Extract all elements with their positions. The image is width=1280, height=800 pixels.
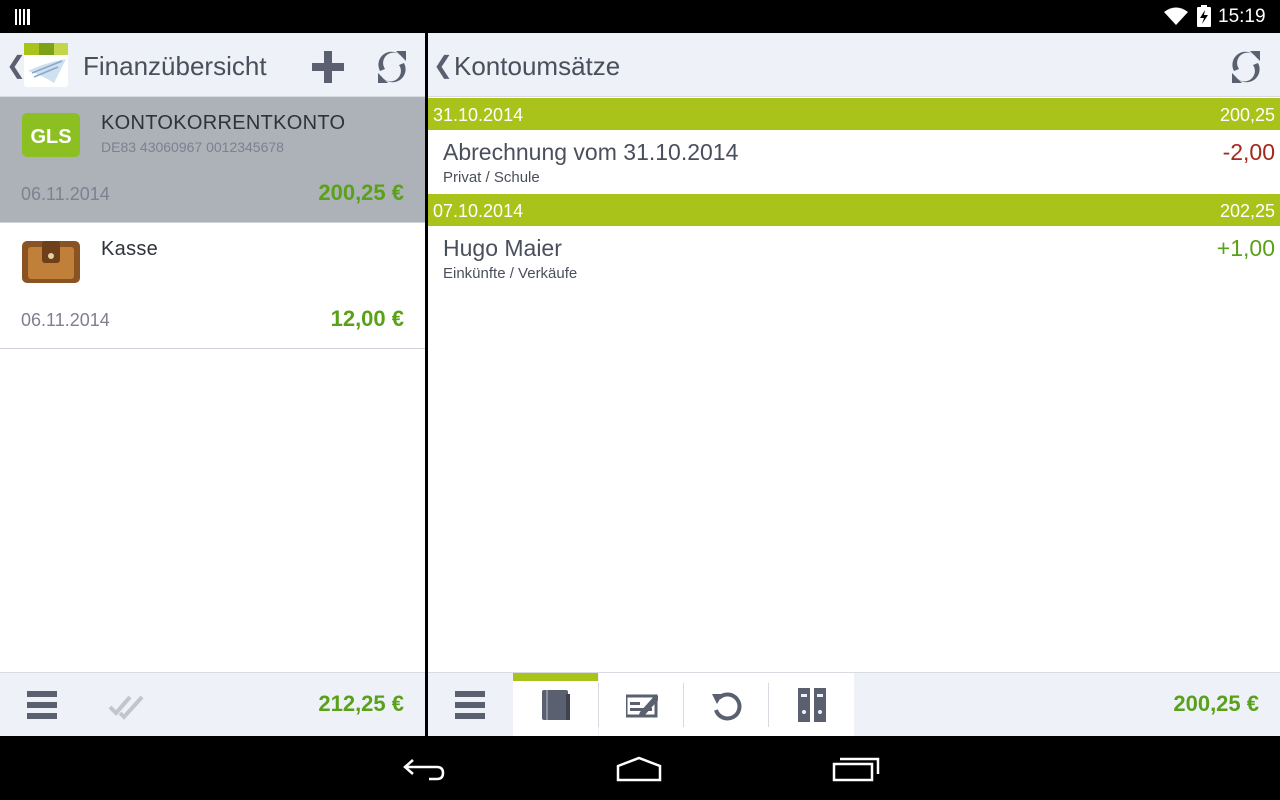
transaction-name: Abrechnung vom 31.10.2014: [443, 139, 739, 165]
account-name: KONTOKORRENTKONTO: [101, 112, 346, 134]
total-balance: 200,25 €: [1173, 691, 1259, 716]
transaction-category: Privat / Schule: [443, 169, 540, 186]
transaction-name: Hugo Maier: [443, 235, 562, 261]
tab-transfer[interactable]: [599, 673, 684, 737]
binders-icon: [798, 688, 826, 722]
transaction-row[interactable]: Hugo Maier Einkünfte / Verkäufe +1,00: [428, 226, 1280, 290]
account-date: 06.11.2014: [21, 184, 110, 204]
page-title: Kontoumsätze: [454, 51, 621, 81]
back-chevron-icon[interactable]: ❮: [433, 51, 453, 79]
transactions-pane: ❮ Kontoumsätze 31.10.2014 200,25 Abrechn…: [428, 33, 1280, 737]
tab-history[interactable]: [684, 673, 769, 737]
app-logo-icon[interactable]: [24, 43, 68, 87]
nav-recents-icon[interactable]: [832, 754, 882, 782]
right-action-bar: ❮ Kontoumsätze: [428, 33, 1280, 97]
account-balance: 12,00 €: [330, 306, 404, 331]
status-time: 15:19: [1218, 6, 1266, 27]
barcode-icon: [15, 9, 30, 25]
add-button[interactable]: [308, 47, 348, 87]
nav-back-icon[interactable]: [401, 756, 447, 782]
date-header: 07.10.2014 202,25: [428, 194, 1280, 226]
wifi-icon: [1164, 7, 1188, 25]
system-nav-bar: [0, 736, 1280, 800]
transfer-icon: [626, 694, 658, 718]
menu-icon[interactable]: [455, 689, 485, 721]
account-item-kasse[interactable]: Kasse 06.11.2014 12,00 €: [0, 223, 425, 349]
transaction-category: Einkünfte / Verkäufe: [443, 265, 578, 282]
transaction-row[interactable]: Abrechnung vom 31.10.2014 Privat / Schul…: [428, 130, 1280, 194]
menu-icon[interactable]: [27, 689, 57, 721]
refresh-button[interactable]: [372, 47, 412, 87]
tab-transactions[interactable]: [513, 673, 598, 737]
group-balance: 200,25: [1219, 105, 1275, 125]
group-balance: 202,25: [1219, 201, 1275, 221]
left-bottom-bar: 212,25 €: [0, 672, 425, 736]
account-iban: DE83 43060967 0012345678: [101, 139, 284, 155]
nav-home-icon[interactable]: [614, 756, 664, 782]
account-name: Kasse: [101, 238, 159, 260]
svg-text:GLS: GLS: [30, 126, 71, 148]
wallet-icon: [22, 241, 80, 283]
refresh-button[interactable]: [1226, 47, 1266, 87]
account-balance: 200,25 €: [318, 180, 404, 205]
page-title: Finanzübersicht: [83, 51, 267, 81]
group-date: 31.10.2014: [433, 105, 524, 125]
status-bar: 15:19: [0, 0, 1280, 33]
tab-binders[interactable]: [769, 673, 854, 737]
battery-charging-icon: [1197, 5, 1211, 27]
gls-bank-icon: GLS: [22, 113, 80, 157]
transaction-amount: +1,00: [1216, 235, 1275, 261]
right-bottom-bar: 200,25 €: [428, 672, 1280, 737]
history-icon: [712, 692, 742, 721]
transaction-amount: -2,00: [1222, 139, 1275, 165]
left-action-bar: ❮ Finanzübersicht: [0, 33, 425, 97]
group-date: 07.10.2014: [433, 201, 524, 221]
accounts-pane: ❮ Finanzübersicht GLS KONTOKORRENTKONTO …: [0, 33, 425, 736]
double-check-icon[interactable]: [108, 691, 146, 721]
account-date: 06.11.2014: [21, 310, 110, 330]
account-item-kontokorrentkonto[interactable]: GLS KONTOKORRENTKONTO DE83 43060967 0012…: [0, 97, 425, 223]
total-balance: 212,25 €: [318, 691, 404, 716]
date-header: 31.10.2014 200,25: [428, 98, 1280, 130]
book-icon: [542, 690, 570, 720]
